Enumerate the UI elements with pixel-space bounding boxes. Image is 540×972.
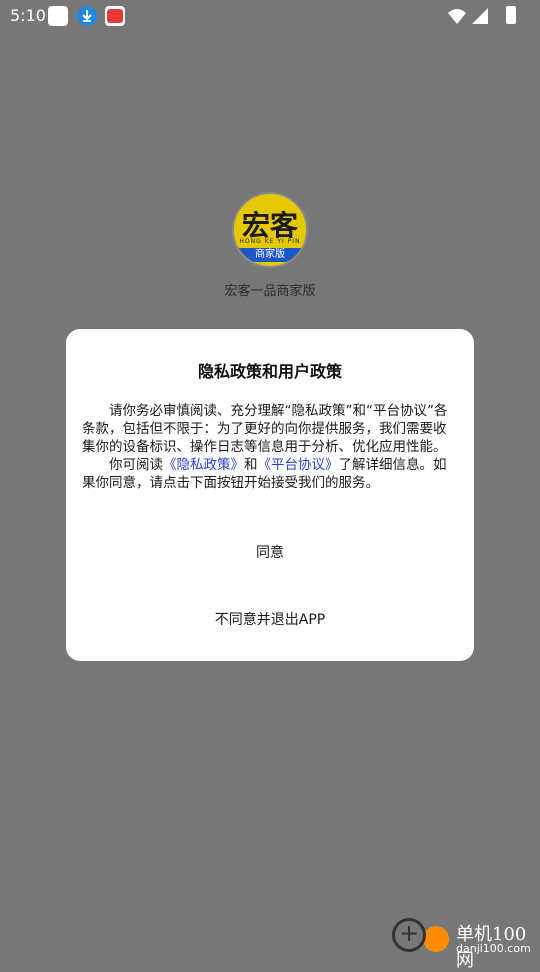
status-bar: 5:10 (0, 0, 540, 32)
dialog-body: 请你务必审慎阅读、充分理解“隐私政策”和“平台协议”各条款，包括但不限于：为了更… (82, 402, 458, 492)
system-icons (446, 7, 506, 29)
privacy-policy-link[interactable]: 《隐私政策》 (163, 457, 244, 473)
watermark-url: danji100.com (456, 942, 531, 955)
app-logo: 宏客 HONG KE YI PIN 商家版 (232, 192, 308, 268)
logo-band: 商家版 (234, 248, 306, 262)
app-notification-icon (48, 6, 68, 26)
privacy-dialog: 隐私政策和用户政策 请你务必审慎阅读、充分理解“隐私政策”和“平台协议”各条款，… (66, 329, 474, 661)
watermark-logo-dot (423, 926, 449, 952)
logo-subtext: HONG KE YI PIN (239, 238, 301, 245)
platform-agreement-link[interactable]: 《平台协议》 (258, 457, 339, 473)
dialog-title: 隐私政策和用户政策 (197, 362, 342, 381)
wifi-icon (448, 9, 466, 24)
app-notification-icon-2 (105, 6, 125, 26)
agree-button[interactable]: 同意 (66, 542, 474, 562)
download-icon (77, 6, 97, 26)
status-time: 5:10 (10, 6, 46, 25)
paragraph-2-and: 和 (244, 457, 258, 473)
app-name: 宏客一品商家版 (224, 284, 316, 299)
dialog-paragraph-2: 你可阅读《隐私政策》和《平台协议》了解详细信息。如果你同意，请点击下面按钮开始接… (82, 456, 458, 492)
disagree-exit-button[interactable]: 不同意并退出APP (66, 609, 474, 629)
battery-icon (506, 6, 516, 24)
dialog-paragraph-1: 请你务必审慎阅读、充分理解“隐私政策”和“平台协议”各条款，包括但不限于：为了更… (82, 403, 448, 455)
watermark-plus-icon: + (398, 919, 420, 947)
paragraph-2-prefix: 你可阅读 (109, 457, 163, 473)
signal-icon (472, 8, 488, 24)
